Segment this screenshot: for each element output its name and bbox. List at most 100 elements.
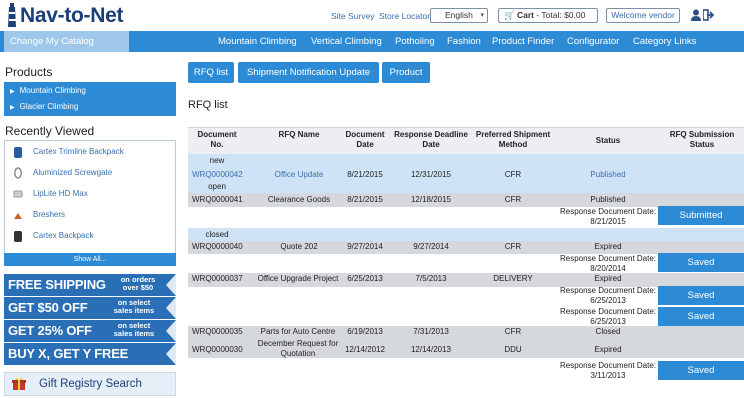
status: Expired [594, 345, 622, 354]
welcome-button[interactable]: Welcome vendor [606, 8, 680, 23]
col-header-shipment-method: Preferred Shipment Method [475, 130, 551, 149]
table-row[interactable]: WRQ0000037 Office Upgrade Project 6/25/2… [188, 273, 744, 287]
table-row[interactable]: WRQ0000042 Office Update 8/21/2015 12/31… [188, 168, 744, 182]
cart-total: - Total: $0.00 [536, 10, 586, 20]
promo-arrow-shape [166, 320, 176, 342]
promo-arrow-shape [166, 297, 176, 319]
document-date: 6/25/2013 [347, 274, 383, 283]
tab-rfq-list[interactable]: RFQ list [188, 62, 234, 83]
language-select[interactable]: English ▾ [430, 8, 488, 23]
cart-icon: 🛒 [504, 10, 515, 20]
recent-item-name: LipLite HD Max [33, 189, 88, 198]
deadline-date: 12/18/2015 [410, 195, 452, 204]
shipment-method: DELIVERY [493, 274, 533, 283]
submitted-button[interactable]: Submitted [658, 206, 744, 225]
promo-free-shipping[interactable]: FREE SHIPPING on orders over $50 [4, 274, 176, 296]
promo-subtitle: on select sales items [113, 298, 155, 315]
recent-item[interactable]: Aluminized Screwgate [11, 165, 171, 183]
products-heading: Products [5, 65, 53, 79]
deadline-date: 12/31/2015 [410, 170, 452, 179]
rfq-name-link[interactable]: Clearance Goods [254, 195, 344, 204]
response-date: 6/25/2013 [590, 296, 626, 305]
nav-configurator[interactable]: Configurator [567, 31, 619, 52]
breshers-thumbnail [14, 213, 22, 219]
logout-icon[interactable] [703, 9, 714, 21]
products-menu: ▶ Mountain Climbing ▶ Glacier Climbing [4, 82, 176, 116]
col-header-document-date: Document Date [345, 130, 385, 149]
document-no-link[interactable]: WRQ0000037 [192, 274, 243, 283]
tab-shipment-notification-update[interactable]: Shipment Notification Update [238, 62, 379, 83]
response-date-label: Response Document Date: [559, 307, 657, 316]
shipment-method: CFR [504, 327, 522, 336]
recent-item[interactable]: Breshers [11, 207, 171, 225]
document-no-link[interactable]: WRQ0000030 [192, 345, 243, 354]
nav-vertical-climbing[interactable]: Vertical Climbing [311, 31, 382, 52]
product-category-mountain[interactable]: ▶ Mountain Climbing [10, 86, 86, 95]
promo-50-off[interactable]: GET $50 OFF on select sales items [4, 297, 176, 319]
nav-mountain-climbing[interactable]: Mountain Climbing [218, 31, 297, 52]
product-category-label: Mountain Climbing [19, 86, 86, 95]
recent-item[interactable]: Cartex Backpack [11, 228, 171, 246]
saved-button[interactable]: Saved [658, 253, 744, 272]
tab-product[interactable]: Product [382, 62, 430, 83]
document-date: 9/27/2014 [347, 242, 383, 251]
headlamp-thumbnail [13, 190, 23, 198]
group-label: open [208, 182, 226, 191]
nav-potholing[interactable]: Potholing [395, 31, 435, 52]
nav-product-finder[interactable]: Product Finder [492, 31, 554, 52]
group-row-closed: closed [188, 228, 744, 242]
document-no-link[interactable]: WRQ0000035 [192, 327, 243, 336]
recent-item[interactable]: LipLite HD Max [11, 186, 171, 204]
promo-subtitle: on select sales items [113, 321, 155, 338]
promo-title: FREE SHIPPING [8, 277, 106, 292]
logo-text: Nav-to-Net [20, 4, 124, 27]
status: Published [590, 195, 626, 204]
promo-25-off[interactable]: GET 25% OFF on select sales items [4, 320, 176, 342]
rfq-name-link[interactable]: Parts for Auto Centre [248, 327, 348, 336]
status: Published [590, 170, 626, 179]
document-no-link[interactable]: WRQ0000040 [192, 242, 243, 251]
gift-registry-search[interactable]: Gift Registry Search [4, 372, 176, 396]
nav-fashion[interactable]: Fashion [447, 31, 481, 52]
saved-button[interactable]: Saved [658, 286, 744, 305]
document-date: 12/14/2012 [344, 345, 386, 354]
shipment-method: CFR [504, 170, 522, 179]
rfq-name-link[interactable]: Office Upgrade Project [248, 274, 348, 283]
col-header-submission-status: RFQ Submission Status [669, 130, 735, 149]
change-catalog-button[interactable]: Change My Catalog [4, 31, 129, 52]
rfq-name-link[interactable]: Quote 202 [264, 242, 334, 251]
user-icon[interactable] [691, 9, 701, 21]
shipment-method: DDU [504, 345, 522, 354]
table-row[interactable]: WRQ0000030 December Request for Quotatio… [188, 339, 744, 359]
show-all-button[interactable]: Show All... [4, 253, 176, 266]
rfq-name-link[interactable]: December Request for Quotation [244, 339, 352, 359]
table-row[interactable]: WRQ0000035 Parts for Auto Centre 6/19/20… [188, 326, 744, 340]
site-logo[interactable]: Nav-to-Net [4, 2, 134, 32]
recent-item[interactable]: Cartex Trimline Backpack [11, 144, 171, 162]
table-row[interactable]: WRQ0000041 Clearance Goods 8/21/2015 12/… [188, 193, 744, 207]
response-date: 3/11/2013 [590, 371, 626, 380]
page-title: RFQ list [188, 99, 228, 111]
group-row-open: open [188, 182, 744, 193]
promo-title: GET 25% OFF [8, 323, 92, 338]
cart-button[interactable]: 🛒 Cart - Total: $0.00 [498, 8, 598, 23]
gift-icon [12, 377, 26, 390]
promo-subtitle: on orders over $50 [120, 275, 156, 292]
recently-viewed-list: Cartex Trimline Backpack Aluminized Scre… [4, 140, 176, 266]
lighthouse-icon [8, 3, 16, 27]
document-no-link[interactable]: WRQ0000042 [192, 170, 243, 179]
rfq-name-link[interactable]: Office Update [264, 170, 334, 179]
table-header: Document No. RFQ Name Document Date Resp… [188, 127, 744, 154]
document-no-link[interactable]: WRQ0000041 [192, 195, 243, 204]
promo-buy-x-get-y[interactable]: BUY X, GET Y FREE [4, 343, 176, 365]
product-category-glacier[interactable]: ▶ Glacier Climbing [10, 102, 78, 111]
saved-button[interactable]: Saved [658, 307, 744, 326]
deadline-date: 9/27/2014 [413, 242, 449, 251]
document-date: 8/21/2015 [347, 170, 383, 179]
saved-button[interactable]: Saved [658, 361, 744, 380]
language-value: English [445, 10, 473, 20]
site-survey-link[interactable]: Site Survey [331, 11, 374, 21]
nav-category-links[interactable]: Category Links [633, 31, 696, 52]
product-category-label: Glacier Climbing [19, 102, 79, 111]
store-locator-link[interactable]: Store Locator [379, 11, 430, 21]
